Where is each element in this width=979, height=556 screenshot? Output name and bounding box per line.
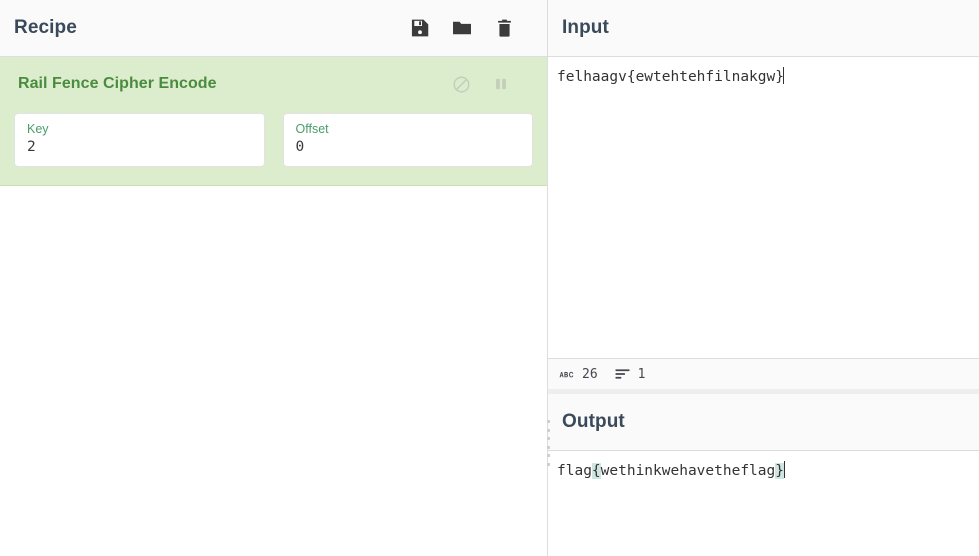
abc-glyph: [559, 371, 574, 377]
vertical-splitter[interactable]: [546, 0, 551, 556]
argument-label: Offset: [295, 122, 329, 136]
input-lines-value: 1: [637, 366, 646, 382]
output-textarea[interactable]: flag{wethinkwehavetheflag}: [548, 451, 979, 556]
input-header: Input: [548, 0, 979, 57]
output-caret: [783, 461, 785, 478]
output-prefix: flag: [557, 463, 592, 479]
grip-dot: [547, 420, 550, 423]
operation-controls: [451, 74, 531, 94]
operation-name: Rail Fence Cipher Encode: [18, 75, 217, 92]
save-recipe-button[interactable]: [409, 17, 431, 39]
grip-dot: [547, 454, 550, 458]
output-body: wethinkwehavetheflag: [600, 463, 776, 479]
input-section: Input felhaagv{ewtehtehfilnakgw} 26 1: [548, 0, 979, 389]
recipe-header-controls: [409, 17, 533, 39]
recipe-title: Recipe: [14, 17, 77, 38]
recipe-operation-list[interactable]: Rail Fence Cipher Encode Key 2 Offset 0: [0, 57, 547, 556]
output-text: flag{wethinkwehavetheflag}: [557, 463, 784, 479]
output-title: Output: [562, 411, 625, 432]
input-status-bar: 26 1: [548, 358, 979, 389]
lines-icon: [615, 368, 630, 380]
argument-offset[interactable]: Offset 0: [282, 113, 533, 167]
load-recipe-button[interactable]: [451, 17, 473, 39]
operation-arguments: Key 2 Offset 0: [14, 113, 533, 167]
argument-value[interactable]: 2: [27, 138, 252, 157]
clear-recipe-button[interactable]: [493, 17, 515, 39]
pause-icon: [496, 78, 506, 90]
floppy-disk-icon: [411, 19, 429, 37]
trash-icon: [497, 19, 511, 37]
input-title: Input: [562, 17, 609, 38]
recipe-operation[interactable]: Rail Fence Cipher Encode Key 2 Offset 0: [0, 57, 547, 186]
circle-slash-icon: [452, 75, 470, 93]
cyberchef-app: Recipe Rail Fence Cipher Encode Key 2 Of…: [0, 0, 979, 556]
input-length-value: 26: [582, 366, 598, 382]
argument-value[interactable]: 0: [296, 138, 521, 157]
output-section: Output flag{wethinkwehavetheflag}: [548, 394, 979, 556]
breakpoint-button[interactable]: [491, 74, 511, 94]
disable-operation-button[interactable]: [451, 74, 471, 94]
io-pane: Input felhaagv{ewtehtehfilnakgw} 26 1 Ou…: [548, 0, 979, 556]
grip-dot: [547, 428, 550, 432]
lines-glyph: [615, 369, 630, 379]
input-caret: [783, 67, 785, 84]
grip-dot: [547, 437, 550, 441]
grip-dot: [547, 462, 550, 466]
splitter-grip: [547, 420, 550, 466]
operation-title-row: Rail Fence Cipher Encode: [14, 71, 533, 97]
argument-label: Key: [27, 122, 49, 136]
input-textarea[interactable]: felhaagv{ewtehtehfilnakgw}: [548, 57, 979, 358]
folder-icon: [453, 21, 471, 35]
recipe-pane: Recipe Rail Fence Cipher Encode Key 2 Of…: [0, 0, 548, 556]
input-lines-status: 1: [611, 367, 655, 382]
input-text: felhaagv{ewtehtehfilnakgw}: [557, 69, 784, 85]
output-open-brace: {: [591, 463, 601, 479]
argument-key[interactable]: Key 2: [14, 113, 265, 167]
input-length-status: 26: [555, 367, 607, 382]
abc-icon: [559, 369, 574, 380]
recipe-header: Recipe: [0, 0, 547, 57]
output-header: Output: [548, 394, 979, 451]
grip-dot: [547, 445, 550, 449]
